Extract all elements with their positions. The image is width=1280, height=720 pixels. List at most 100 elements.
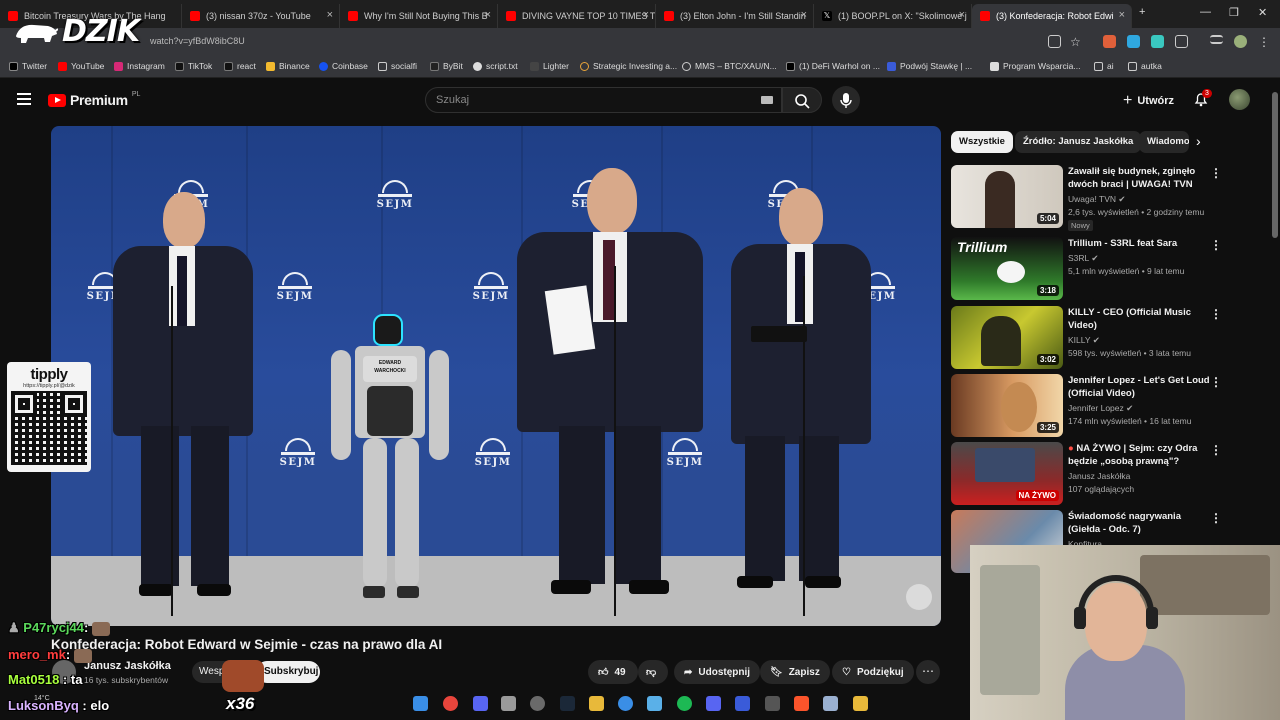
extension-blue-icon[interactable] [1127, 35, 1140, 48]
url-text[interactable]: watch?v=yfBdW8ibC8U [150, 36, 245, 46]
recommendation-channel[interactable]: Janusz Jaskółka [1068, 471, 1130, 481]
app-icon[interactable] [735, 696, 750, 711]
browser-menu-icon[interactable]: ⋮ [1258, 35, 1271, 49]
bookmark-folder[interactable]: autka [1128, 61, 1162, 71]
recommendation-title[interactable]: ● NA ŻYWO | Sejm: czy Odra będzie „osobą… [1068, 442, 1211, 468]
recommendation-item[interactable]: 3:02 KILLY - CEO (Official Music Video) … [951, 306, 1241, 370]
notepad-icon[interactable] [823, 696, 838, 711]
recommendation-title[interactable]: Jennifer Lopez - Let's Get Loud (Officia… [1068, 374, 1211, 400]
restore-icon[interactable]: ❐ [1229, 6, 1239, 19]
save-button[interactable]: 🔖︎ Zapisz [760, 660, 830, 684]
app-icon[interactable] [647, 696, 662, 711]
recommendation-channel[interactable]: Uwaga! TVN ✔ [1068, 194, 1126, 205]
new-tab-icon[interactable]: + [1139, 6, 1145, 18]
chip-source[interactable]: Źródło: Janusz Jaskółka [1015, 131, 1142, 153]
close-icon[interactable]: × [327, 9, 333, 21]
thanks-button[interactable]: ♡ Podziękuj [832, 660, 914, 684]
bookmark-item[interactable]: Program Wsparcia... [990, 61, 1080, 71]
bookmark-item[interactable]: (1) DeFi Warhol on ... [786, 61, 880, 71]
browser-tab[interactable]: (3) Elton John - I'm Still Standin × [656, 4, 814, 28]
browser-tab[interactable]: Why I'm Still Not Buying This B × [340, 4, 498, 28]
bookmark-item[interactable]: MMS – BTC/XAU/N... [682, 61, 777, 71]
close-icon[interactable]: × [1119, 9, 1125, 21]
discord-icon[interactable] [473, 696, 488, 711]
bookmark-item[interactable]: Strategic Investing a... [580, 61, 677, 71]
reading-list-icon[interactable] [1210, 35, 1223, 44]
bookmark-item[interactable]: react [224, 61, 256, 71]
recommendation-title[interactable]: KILLY - CEO (Official Music Video) [1068, 306, 1211, 332]
browser-tab[interactable]: DIVING VAYNE TOP 10 TIMES T × [498, 4, 656, 28]
bookmark-item[interactable]: TikTok [175, 61, 212, 71]
browser-tab[interactable]: (3) nissan 370z - YouTube × [182, 4, 340, 28]
bookmark-folder[interactable]: ai [1094, 61, 1114, 71]
close-icon[interactable]: × [959, 9, 965, 21]
recommendation-menu-icon[interactable]: ⋮ [1210, 511, 1222, 525]
video-thumbnail[interactable]: 3:02 [951, 306, 1063, 369]
brave-icon[interactable] [794, 696, 809, 711]
steam-icon[interactable] [560, 696, 575, 711]
close-icon[interactable]: × [643, 9, 649, 21]
recommendation-title[interactable]: Trillium - S3RL feat Sara [1068, 237, 1211, 250]
spotify-icon[interactable] [677, 696, 692, 711]
recommendation-channel[interactable]: S3RL ✔ [1068, 253, 1098, 264]
minimize-icon[interactable]: — [1200, 6, 1211, 18]
chip-news[interactable]: Wiadomości [1139, 131, 1189, 153]
close-icon[interactable]: × [485, 9, 491, 21]
create-button[interactable]: + Utwórz [1123, 92, 1174, 110]
extension-fox-icon[interactable] [1103, 35, 1116, 48]
bookmark-item[interactable]: ByBit [430, 61, 463, 71]
bookmark-star-icon[interactable]: ☆ [1070, 35, 1083, 49]
recommendation-menu-icon[interactable]: ⋮ [1210, 307, 1222, 321]
recommendation-menu-icon[interactable]: ⋮ [1210, 238, 1222, 252]
dislike-button[interactable]: 👎︎ [638, 660, 668, 684]
recommendation-title[interactable]: Świadomość nagrywania (Giełda - Odc. 7) [1068, 510, 1211, 536]
obs-icon[interactable] [530, 696, 545, 711]
recommendation-item[interactable]: 3:25 Jennifer Lopez - Let's Get Loud (Of… [951, 374, 1241, 438]
menu-hamburger-icon[interactable] [17, 93, 31, 105]
extensions-puzzle-icon[interactable] [1175, 35, 1188, 48]
voice-search-button[interactable] [832, 86, 860, 114]
window-close-icon[interactable]: ✕ [1258, 6, 1267, 19]
browser-tab[interactable]: 𝕏 (1) BOOP.PL on X: "Skolimowe j × [814, 4, 972, 28]
video-thumbnail[interactable]: 5:04 [951, 165, 1063, 228]
bookmark-item[interactable]: script.txt [473, 61, 518, 71]
chevron-right-icon[interactable]: › [1196, 133, 1201, 149]
subscribe-button[interactable]: Subskrybuj [256, 661, 320, 683]
more-actions-icon[interactable]: ⋯ [916, 660, 940, 684]
recommendation-menu-icon[interactable]: ⋮ [1210, 166, 1222, 180]
recommendation-channel[interactable]: KILLY ✔ [1068, 335, 1100, 346]
bookmark-item[interactable]: Lighter [530, 61, 569, 71]
bookmark-item[interactable]: YouTube [58, 61, 104, 71]
account-avatar[interactable] [1229, 89, 1250, 110]
recommendation-channel[interactable]: Jennifer Lopez ✔ [1068, 403, 1133, 414]
discord-icon[interactable] [706, 696, 721, 711]
bookmark-item[interactable]: Twitter [9, 61, 47, 71]
windows-start-icon[interactable] [413, 696, 428, 711]
youtube-logo[interactable]: Premium PL [48, 91, 140, 108]
file-explorer-icon[interactable] [589, 696, 604, 711]
page-scrollbar-thumb[interactable] [1272, 92, 1278, 238]
extension-teal-icon[interactable] [1151, 35, 1164, 48]
video-thumbnail[interactable]: 3:25 [951, 374, 1063, 437]
bookmark-item[interactable]: Podwój Stawkę | ... [887, 61, 972, 71]
search-input[interactable]: Szukaj [425, 87, 782, 113]
channel-watermark-icon[interactable] [906, 584, 932, 610]
bookmark-item[interactable]: Coinbase [319, 61, 368, 71]
bookmark-item[interactable]: Binance [266, 61, 310, 71]
edge-icon[interactable] [618, 696, 633, 711]
recommendation-item[interactable]: 5:04 Zawalił się budynek, zginęło dwóch … [951, 165, 1241, 231]
install-app-icon[interactable] [1048, 35, 1061, 48]
video-thumbnail[interactable]: Trillium 3:18 [951, 237, 1063, 300]
chip-all[interactable]: Wszystkie [951, 131, 1013, 153]
bookmark-item[interactable]: Instagram [114, 61, 165, 71]
chrome-icon[interactable] [443, 696, 458, 711]
profile-avatar-icon[interactable] [1234, 35, 1247, 48]
like-button[interactable]: 👍︎ 49 [588, 660, 638, 684]
bookmark-folder[interactable]: socialfi [378, 61, 417, 71]
app-icon[interactable] [765, 696, 780, 711]
keyboard-icon[interactable] [761, 96, 773, 104]
recommendation-menu-icon[interactable]: ⋮ [1210, 375, 1222, 389]
browser-tab-active[interactable]: (3) Konfederacja: Robot Edwi × [972, 4, 1132, 28]
app-icon[interactable] [501, 696, 516, 711]
address-bar[interactable]: watch?v=yfBdW8ibC8U ☆ ⋮ [0, 28, 1280, 56]
